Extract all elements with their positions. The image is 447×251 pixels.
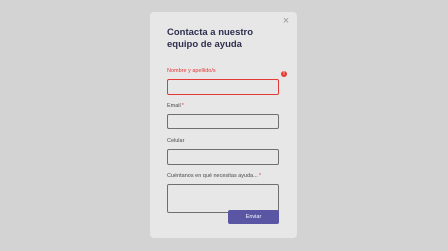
contact-modal: × Contacta a nuestro equipo de ayuda Nom… [150,12,297,238]
name-field[interactable] [167,79,279,95]
phone-field[interactable] [167,149,279,165]
close-icon[interactable]: × [280,15,292,27]
submit-button[interactable]: Enviar [228,210,279,224]
error-icon: ! [281,71,287,77]
phone-label: Celular [167,138,185,144]
message-label-text: Cuéntanos en qué necesitas ayuda... [167,173,258,179]
name-label: Nombre y apellido/s [167,68,216,74]
modal-title: Contacta a nuestro equipo de ayuda [167,27,254,50]
email-label-text: Email [167,103,181,109]
message-label: Cuéntanos en qué necesitas ayuda...* [167,173,261,180]
message-textarea[interactable] [167,184,279,213]
required-marker: * [181,103,184,109]
email-field[interactable] [167,114,279,129]
email-label: Email* [167,103,184,110]
required-marker: * [258,173,261,179]
